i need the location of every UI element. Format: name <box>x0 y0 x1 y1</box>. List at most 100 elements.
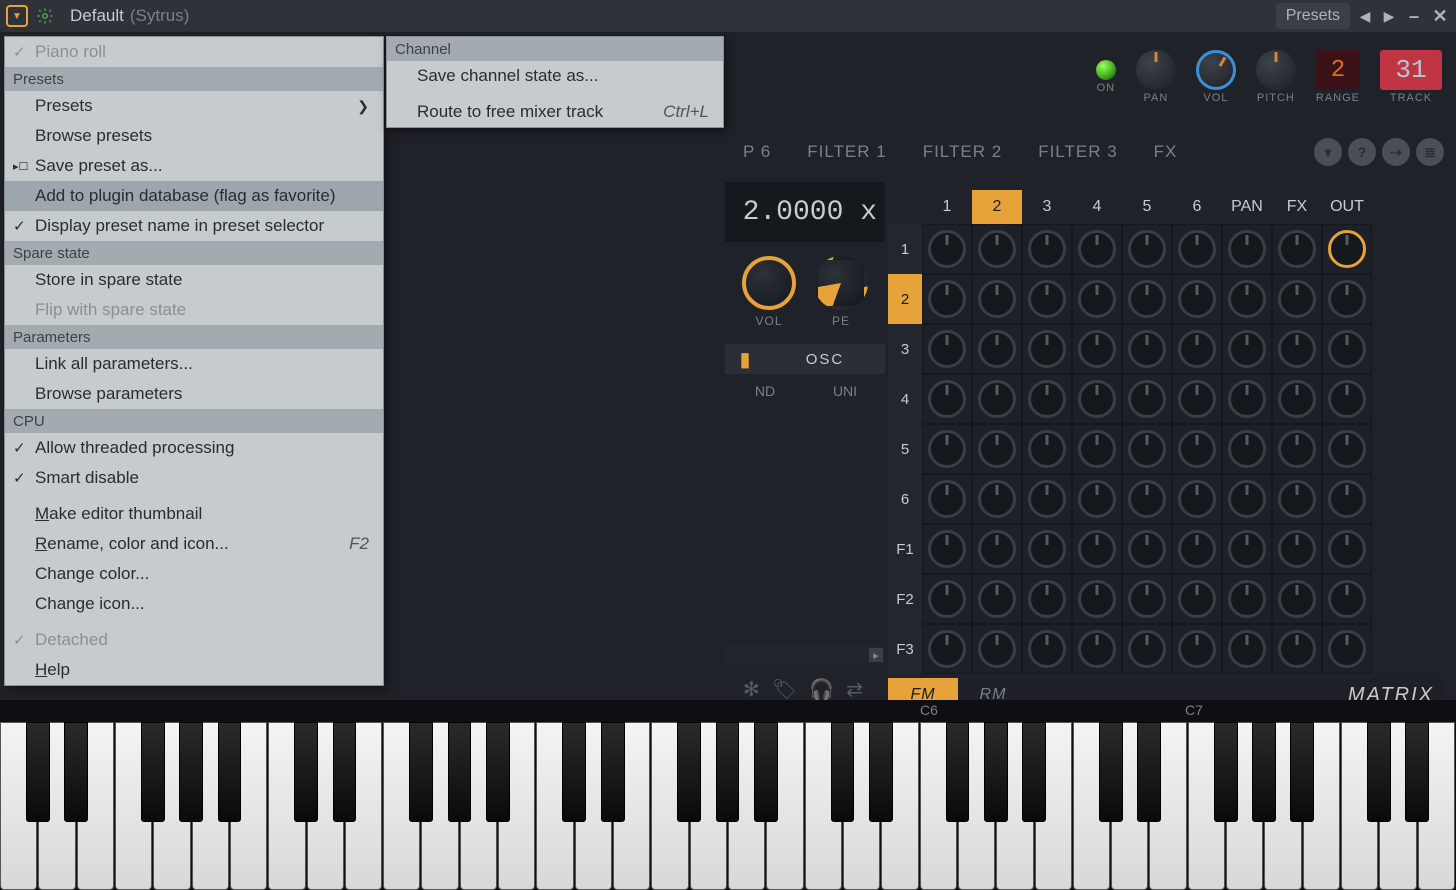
tag-icon[interactable]: 🏷 <box>772 677 797 702</box>
menu-item[interactable]: Link all parameters... <box>5 349 383 379</box>
uni-tab[interactable]: UNI <box>805 376 885 406</box>
matrix-cell[interactable] <box>1122 624 1172 674</box>
module-tab-filter2[interactable]: FILTER 2 <box>905 132 1020 172</box>
matrix-cell[interactable] <box>922 524 972 574</box>
nd-tab[interactable]: ND <box>725 376 805 406</box>
pan-knob[interactable] <box>1136 50 1176 90</box>
matrix-cell[interactable] <box>1172 524 1222 574</box>
matrix-cell[interactable] <box>1272 474 1322 524</box>
matrix-cell[interactable] <box>1322 524 1372 574</box>
module-tab-op6[interactable]: P 6 <box>725 132 789 172</box>
scroll-right-icon[interactable]: ▸ <box>869 648 883 662</box>
swap-icon[interactable]: ⇄ <box>846 677 863 702</box>
matrix-cell[interactable] <box>1322 624 1372 674</box>
matrix-cell[interactable] <box>1022 474 1072 524</box>
matrix-row-3[interactable]: 3 <box>888 324 922 374</box>
matrix-cell[interactable] <box>1122 424 1172 474</box>
matrix-row-f2[interactable]: F2 <box>888 574 922 624</box>
menu-item[interactable]: ▸☐Save preset as... <box>5 151 383 181</box>
black-key[interactable] <box>333 722 357 822</box>
matrix-cell[interactable] <box>922 424 972 474</box>
matrix-cell[interactable] <box>1322 324 1372 374</box>
matrix-cell[interactable] <box>1222 274 1272 324</box>
matrix-row-f1[interactable]: F1 <box>888 524 922 574</box>
matrix-row-6[interactable]: 6 <box>888 474 922 524</box>
matrix-cell[interactable] <box>1172 474 1222 524</box>
waveform-scrollbar[interactable]: ▸ <box>725 646 885 664</box>
matrix-cell[interactable] <box>1072 374 1122 424</box>
matrix-row-4[interactable]: 4 <box>888 374 922 424</box>
link-icon[interactable]: ⇢ <box>1382 138 1410 166</box>
black-key[interactable] <box>26 722 50 822</box>
menu-item[interactable]: Route to free mixer trackCtrl+L <box>387 97 723 127</box>
mixer-track-display[interactable]: 31 <box>1380 50 1442 90</box>
matrix-cell[interactable] <box>972 524 1022 574</box>
module-tab-filter3[interactable]: FILTER 3 <box>1020 132 1135 172</box>
matrix-cell[interactable] <box>1172 374 1222 424</box>
matrix-cell[interactable] <box>1222 374 1272 424</box>
matrix-col-4[interactable]: 4 <box>1072 190 1122 224</box>
black-key[interactable] <box>1290 722 1314 822</box>
matrix-cell[interactable] <box>1322 224 1372 274</box>
matrix-cell[interactable] <box>1022 574 1072 624</box>
matrix-cell[interactable] <box>1122 474 1172 524</box>
matrix-cell[interactable] <box>1122 324 1172 374</box>
matrix-cell[interactable] <box>1122 524 1172 574</box>
matrix-cell[interactable] <box>1322 424 1372 474</box>
black-key[interactable] <box>179 722 203 822</box>
matrix-cell[interactable] <box>1272 324 1322 374</box>
menu-item[interactable]: Change color... <box>5 559 383 589</box>
matrix-cell[interactable] <box>1272 374 1322 424</box>
matrix-cell[interactable] <box>922 374 972 424</box>
matrix-cell[interactable] <box>1072 474 1122 524</box>
matrix-cell[interactable] <box>922 474 972 524</box>
preset-prev-button[interactable]: ◀ <box>1356 7 1374 25</box>
black-key[interactable] <box>294 722 318 822</box>
menu-item[interactable]: Presets❯ <box>5 91 383 121</box>
osc-tab[interactable]: OSC <box>765 344 885 374</box>
matrix-cell[interactable] <box>1272 574 1322 624</box>
black-key[interactable] <box>1214 722 1238 822</box>
matrix-cell[interactable] <box>1122 574 1172 624</box>
matrix-cell[interactable] <box>1322 274 1372 324</box>
matrix-cell[interactable] <box>1072 324 1122 374</box>
matrix-cell[interactable] <box>922 574 972 624</box>
black-key[interactable] <box>869 722 893 822</box>
black-key[interactable] <box>1367 722 1391 822</box>
matrix-cell[interactable] <box>922 274 972 324</box>
black-key[interactable] <box>1405 722 1429 822</box>
matrix-cell[interactable] <box>1172 274 1222 324</box>
matrix-cell[interactable] <box>1072 424 1122 474</box>
matrix-cell[interactable] <box>1272 524 1322 574</box>
matrix-col-6[interactable]: 6 <box>1172 190 1222 224</box>
menu-item[interactable]: Browse parameters <box>5 379 383 409</box>
matrix-cell[interactable] <box>1022 524 1072 574</box>
matrix-cell[interactable] <box>1322 574 1372 624</box>
matrix-cell[interactable] <box>972 224 1022 274</box>
matrix-cell[interactable] <box>1222 424 1272 474</box>
pitch-knob[interactable] <box>1256 50 1296 90</box>
matrix-cell[interactable] <box>1072 574 1122 624</box>
presets-button[interactable]: Presets <box>1276 3 1350 29</box>
op-vol-knob[interactable] <box>742 256 796 310</box>
black-key[interactable] <box>562 722 586 822</box>
matrix-col-3[interactable]: 3 <box>1022 190 1072 224</box>
matrix-cell[interactable] <box>1122 274 1172 324</box>
matrix-cell[interactable] <box>1172 624 1222 674</box>
menu-item[interactable]: Add to plugin database (flag as favorite… <box>5 181 383 211</box>
matrix-cell[interactable] <box>972 574 1022 624</box>
black-key[interactable] <box>677 722 701 822</box>
preset-next-button[interactable]: ▶ <box>1380 7 1398 25</box>
matrix-cell[interactable] <box>1172 224 1222 274</box>
matrix-cell[interactable] <box>1022 624 1072 674</box>
matrix-col-1[interactable]: 1 <box>922 190 972 224</box>
op-pe-knob[interactable] <box>814 256 868 310</box>
matrix-cell[interactable] <box>1072 624 1122 674</box>
black-key[interactable] <box>1137 722 1161 822</box>
black-key[interactable] <box>448 722 472 822</box>
matrix-cell[interactable] <box>1222 324 1272 374</box>
matrix-row-f3[interactable]: F3 <box>888 624 922 674</box>
headphones-icon[interactable]: 🎧 <box>809 677 834 702</box>
matrix-cell[interactable] <box>1172 424 1222 474</box>
black-key[interactable] <box>486 722 510 822</box>
